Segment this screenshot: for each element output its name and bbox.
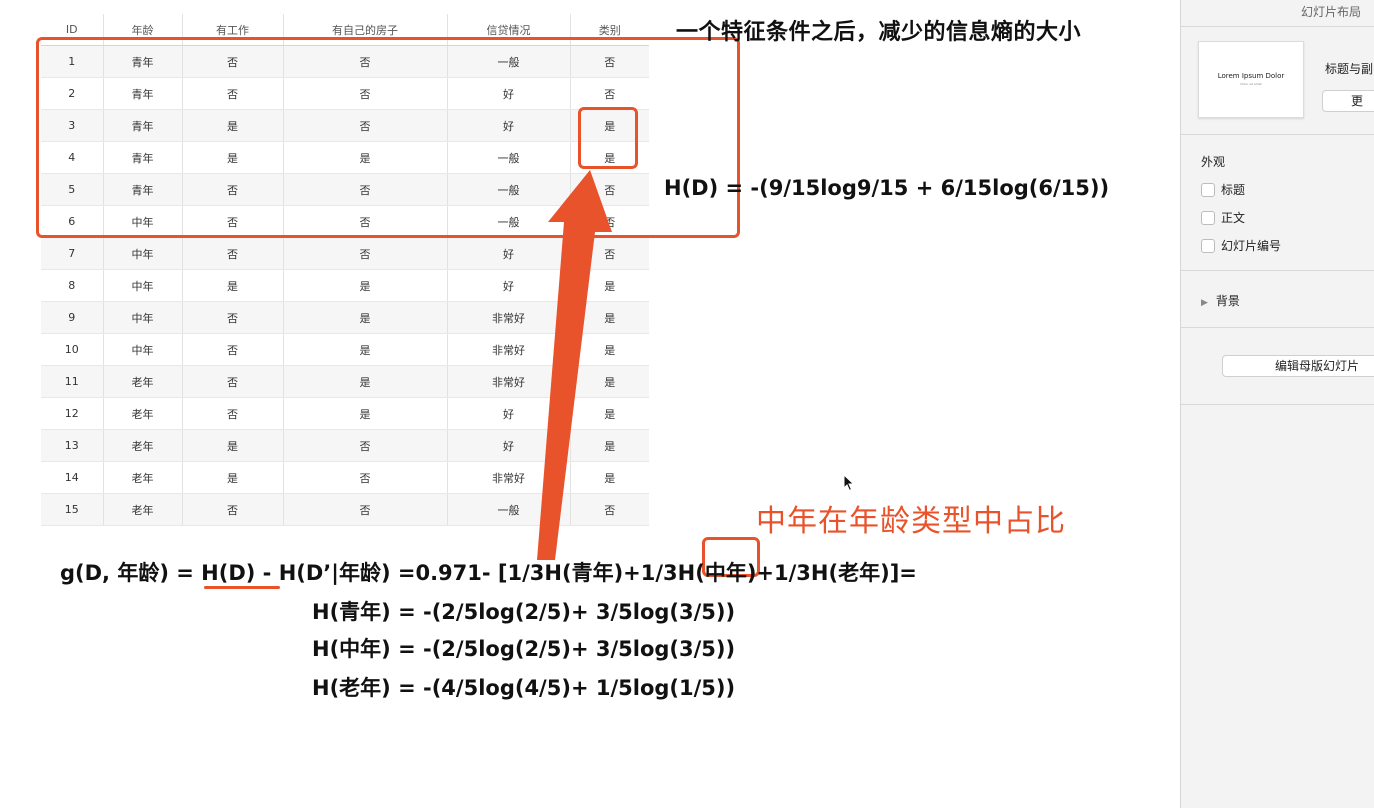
- id-cell: 14: [41, 461, 104, 494]
- table-row: 15 老年否否一般否: [41, 493, 649, 526]
- table-row: 11 老年否是非常好是: [41, 365, 649, 398]
- class-cell: 否: [570, 237, 649, 270]
- credit-cell: 非常好: [447, 365, 571, 398]
- background-label: 背景: [1215, 294, 1240, 308]
- has-job-cell: 否: [182, 397, 284, 430]
- credit-cell: 非常好: [447, 461, 571, 494]
- heading-text: 一个特征条件之后，减少的信息熵的大小: [676, 20, 1082, 45]
- inspector-panel: 幻灯片布局 Lorem Ipsum Dolor Dolor sit amet 标…: [1180, 0, 1374, 808]
- age-cell: 老年: [103, 493, 183, 526]
- id-cell: 13: [41, 429, 104, 462]
- table-row: 7 中年否否好否: [41, 237, 649, 270]
- has-job-cell: 否: [182, 237, 284, 270]
- class-cell: 是: [570, 429, 649, 462]
- panel-divider: [1181, 134, 1374, 135]
- own-house-cell: 是: [283, 269, 448, 302]
- credit-cell: 好: [447, 429, 571, 462]
- own-house-cell: 是: [283, 397, 448, 430]
- id-cell: 15: [41, 493, 104, 526]
- class-cell: 是: [570, 301, 649, 334]
- disclosure-triangle-icon[interactable]: ▶: [1201, 298, 1208, 308]
- table-row: 14 老年是否非常好是: [41, 461, 649, 494]
- own-house-cell: 否: [283, 237, 448, 270]
- id-cell: 9: [41, 301, 104, 334]
- credit-cell: 好: [447, 397, 571, 430]
- id-cell: 12: [41, 397, 104, 430]
- entropy-formula: H(D) = -(9/15log9/15 + 6/15log(6/15)): [664, 176, 1110, 200]
- entropy-young-formula: H(青年) = -(2/5log(2/5)+ 3/5log(3/5)): [312, 600, 736, 624]
- age-cell: 老年: [103, 461, 183, 494]
- age-cell: 老年: [103, 397, 183, 430]
- table-row: 13 老年是否好是: [41, 429, 649, 462]
- has-job-cell: 是: [182, 429, 284, 462]
- own-house-cell: 否: [283, 493, 448, 526]
- title-checkbox[interactable]: 标题: [1201, 181, 1245, 198]
- checkbox-box[interactable]: [1201, 211, 1215, 225]
- table-row: 8 中年是是好是: [41, 269, 649, 302]
- own-house-cell: 是: [283, 333, 448, 366]
- age-cell: 中年: [103, 301, 183, 334]
- layout-name: 标题与副: [1325, 62, 1374, 76]
- edit-master-slides-button[interactable]: 编辑母版幻灯片: [1222, 355, 1374, 377]
- has-job-cell: 否: [182, 365, 284, 398]
- own-house-cell: 是: [283, 301, 448, 334]
- highlight-class-cells-box: [578, 107, 638, 169]
- has-job-cell: 是: [182, 461, 284, 494]
- own-house-cell: 否: [283, 429, 448, 462]
- panel-divider: [1181, 404, 1374, 405]
- has-job-cell: 是: [182, 269, 284, 302]
- own-house-cell: 是: [283, 365, 448, 398]
- slide-layout-thumbnail[interactable]: Lorem Ipsum Dolor Dolor sit amet: [1198, 41, 1304, 118]
- checkbox-label: 幻灯片编号: [1221, 239, 1282, 253]
- thumbnail-subtitle: Dolor sit amet: [1240, 82, 1262, 86]
- id-cell: 10: [41, 333, 104, 366]
- appearance-heading: 外观: [1201, 155, 1226, 169]
- entropy-middle-formula: H(中年) = -(2/5log(2/5)+ 3/5log(3/5)): [312, 637, 736, 661]
- entropy-old-formula: H(老年) = -(4/5log(4/5)+ 1/5log(1/5)): [312, 676, 736, 700]
- credit-cell: 非常好: [447, 333, 571, 366]
- id-cell: 8: [41, 269, 104, 302]
- panel-divider: [1181, 327, 1374, 328]
- panel-divider: [1181, 270, 1374, 271]
- class-cell: 否: [570, 493, 649, 526]
- credit-cell: 好: [447, 269, 571, 302]
- has-job-cell: 否: [182, 301, 284, 334]
- slide-number-checkbox[interactable]: 幻灯片编号: [1201, 237, 1281, 254]
- annotation-text: 中年在年龄类型中占比: [756, 504, 1066, 539]
- class-cell: 是: [570, 365, 649, 398]
- checkbox-label: 标题: [1221, 183, 1246, 197]
- credit-cell: 非常好: [447, 301, 571, 334]
- thumbnail-title: Lorem Ipsum Dolor: [1217, 72, 1285, 80]
- table-row: 12 老年否是好是: [41, 397, 649, 430]
- own-house-cell: 否: [283, 461, 448, 494]
- age-cell: 中年: [103, 333, 183, 366]
- age-cell: 中年: [103, 237, 183, 270]
- age-cell: 中年: [103, 269, 183, 302]
- info-gain-formula: g(D, 年龄) = H(D) - H(D’|年龄) =0.971- [1/3H…: [60, 561, 917, 585]
- change-layout-button[interactable]: 更: [1322, 90, 1374, 112]
- table-row: 9 中年否是非常好是: [41, 301, 649, 334]
- checkbox-label: 正文: [1221, 211, 1246, 225]
- body-checkbox[interactable]: 正文: [1201, 209, 1245, 226]
- age-cell: 老年: [103, 429, 183, 462]
- panel-title: 幻灯片布局: [1301, 5, 1362, 19]
- class-cell: 是: [570, 461, 649, 494]
- class-cell: 是: [570, 269, 649, 302]
- has-job-cell: 否: [182, 333, 284, 366]
- panel-divider: [1181, 26, 1374, 27]
- credit-cell: 好: [447, 237, 571, 270]
- class-cell: 是: [570, 333, 649, 366]
- slide-canvas[interactable]: ID 年龄 有工作 有自己的房子 信贷情况 类别 1 青年否否一般否 2 青年否否好否…: [0, 0, 1180, 808]
- checkbox-box[interactable]: [1201, 239, 1215, 253]
- checkbox-box[interactable]: [1201, 183, 1215, 197]
- id-cell: 7: [41, 237, 104, 270]
- mouse-cursor-icon: [843, 474, 855, 492]
- table-row: 10 中年否是非常好是: [41, 333, 649, 366]
- id-cell: 11: [41, 365, 104, 398]
- has-job-cell: 否: [182, 493, 284, 526]
- class-cell: 是: [570, 397, 649, 430]
- age-cell: 老年: [103, 365, 183, 398]
- credit-cell: 一般: [447, 493, 571, 526]
- background-disclosure[interactable]: ▶ 背景: [1201, 292, 1240, 309]
